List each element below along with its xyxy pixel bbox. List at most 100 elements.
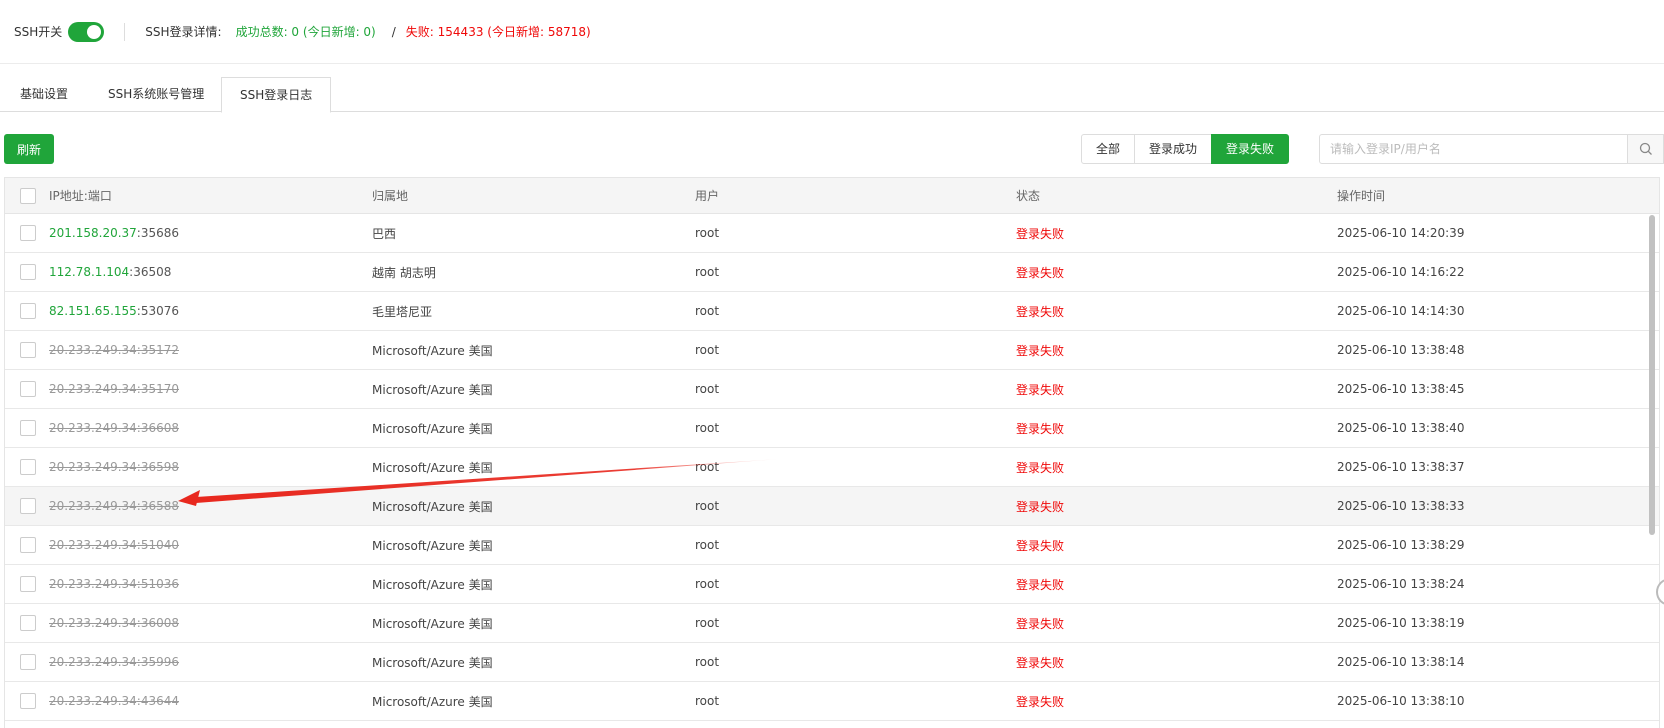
filter-success-button[interactable]: 登录成功 [1134,134,1213,164]
login-filter-group: 全部 登录成功 登录失败 [1081,134,1290,164]
ip-address-link[interactable]: 201.158.20.37 [49,226,137,240]
table-row[interactable]: 201.158.20.37:35686 巴西 root 登录失败 2025-06-10 … [5,214,1659,253]
user-cell: root [695,265,720,279]
ip-address-link[interactable]: 20.233.249.34 [49,343,137,357]
table-row[interactable]: 20.233.249.34:51040 Microsoft/Azure 美国 roo… [5,526,1659,565]
table-row[interactable]: 20.233.249.34:36598 Microsoft/Azure 美国 roo… [5,448,1659,487]
table-row[interactable]: 20.233.249.34:35996 Microsoft/Azure 美国 roo… [5,643,1659,682]
row-checkbox[interactable] [20,459,36,475]
row-checkbox[interactable] [20,225,36,241]
header-status: 状态 [1016,189,1041,203]
ip-port-cell: 20.233.249.34:35172 [49,331,179,369]
table-row[interactable]: 82.151.65.155:53076 毛里塔尼亚 root 登录失败 2025-06-… [5,292,1659,331]
tab-ssh-accounts[interactable]: SSH系统账号管理 [90,77,222,112]
filter-all-button[interactable]: 全部 [1081,134,1136,164]
table-row[interactable]: 20.233.249.34:36008 Microsoft/Azure 美国 roo… [5,604,1659,643]
row-checkbox[interactable] [20,693,36,709]
select-all-cell [20,178,36,213]
header-ip: IP地址:端口 [49,189,112,203]
header-time: 操作时间 [1337,189,1386,203]
table-row[interactable]: 20.233.249.34:35170 Microsoft/Azure 美国 roo… [5,370,1659,409]
table-row[interactable]: 20.233.249.34:35172 Microsoft/Azure 美国 roo… [5,331,1659,370]
status-cell: 登录失败 [1016,460,1065,475]
search-button[interactable] [1628,134,1664,164]
location-cell: Microsoft/Azure 美国 [372,694,493,709]
table-row[interactable]: 20.233.249.34:36608 Microsoft/Azure 美国 roo… [5,409,1659,448]
ip-port-cell: 20.233.249.34:36588 [49,487,179,525]
select-all-checkbox[interactable] [20,187,36,204]
row-select-cell [20,331,36,369]
time-cell: 2025-06-10 14:16:22 [1337,265,1465,279]
location-cell: Microsoft/Azure 美国 [372,382,493,397]
time-cell: 2025-06-10 13:38:10 [1337,694,1465,708]
time-cell: 2025-06-10 13:38:19 [1337,616,1465,630]
user-cell: root [695,577,720,591]
row-checkbox[interactable] [20,381,36,397]
ssh-switch-toggle[interactable] [68,21,105,42]
ip-port-cell: 20.233.249.34:51040 [49,526,179,564]
ip-address-link[interactable]: 20.233.249.34 [49,460,137,474]
ip-address-link[interactable]: 82.151.65.155 [49,304,137,318]
ip-address-link[interactable]: 112.78.1.104 [49,265,129,279]
ip-address-link[interactable]: 20.233.249.34 [49,616,137,630]
row-checkbox[interactable] [20,420,36,436]
ip-address-link[interactable]: 20.233.249.34 [49,694,137,708]
table-row[interactable]: 20.233.249.34:36588 Microsoft/Azure 美国 roo… [5,487,1659,526]
status-cell: 登录失败 [1016,226,1065,241]
stat-separator: / [391,24,396,39]
ssh-switch-label: SSH开关 [14,25,63,39]
ip-port-cell: 20.233.249.34:51036 [49,565,179,603]
row-select-cell [20,409,36,447]
location-cell: Microsoft/Azure 美国 [372,577,493,592]
row-checkbox[interactable] [20,576,36,592]
location-cell: Microsoft/Azure 美国 [372,499,493,514]
tab-ssh-login-log[interactable]: SSH登录日志 [221,77,332,113]
row-checkbox[interactable] [20,615,36,631]
status-cell: 登录失败 [1016,265,1065,280]
row-select-cell [20,565,36,603]
location-cell: Microsoft/Azure 美国 [372,616,493,631]
user-cell: root [695,538,720,552]
divider [124,22,126,41]
row-select-cell [20,526,36,564]
table-row[interactable]: 112.78.1.104:36508 越南 胡志明 root 登录失败 2025-06-… [5,253,1659,292]
row-checkbox[interactable] [20,264,36,280]
filter-fail-button[interactable]: 登录失败 [1211,134,1290,164]
ip-address-link[interactable]: 20.233.249.34 [49,538,137,552]
port-text: :36588 [136,499,180,513]
port-text: :36008 [136,616,180,630]
ip-address-link[interactable]: 20.233.249.34 [49,382,137,396]
search-input[interactable] [1319,134,1628,164]
row-checkbox[interactable] [20,342,36,358]
port-text: :36608 [136,421,180,435]
tab-basic-settings[interactable]: 基础设置 [2,77,86,112]
search-icon [1639,142,1652,155]
status-cell: 登录失败 [1016,382,1065,397]
port-text: :35170 [136,382,180,396]
location-cell: 巴西 [372,226,397,241]
ip-address-link[interactable]: 20.233.249.34 [49,655,137,669]
row-checkbox[interactable] [20,537,36,553]
port-text: :36598 [136,460,180,474]
row-checkbox[interactable] [20,303,36,319]
row-checkbox[interactable] [20,654,36,670]
row-checkbox[interactable] [20,498,36,514]
ip-address-link[interactable]: 20.233.249.34 [49,421,137,435]
scrollbar-thumb[interactable] [1649,215,1655,535]
status-cell: 登录失败 [1016,538,1065,553]
status-cell: 登录失败 [1016,421,1065,436]
table-row[interactable]: 20.233.249.34:43644 Microsoft/Azure 美国 roo… [5,682,1659,721]
login-detail-label: SSH登录详情: [145,25,222,39]
port-text: :51040 [136,538,180,552]
time-cell: 2025-06-10 14:14:30 [1337,304,1465,318]
refresh-button[interactable]: 刷新 [4,134,54,164]
ip-address-link[interactable]: 20.233.249.34 [49,499,137,513]
header-user: 用户 [695,189,720,203]
time-cell: 2025-06-10 13:38:33 [1337,499,1465,513]
ip-port-cell: 20.233.249.34:36008 [49,604,179,642]
ip-address-link[interactable]: 20.233.249.34 [49,577,137,591]
status-cell: 登录失败 [1016,577,1065,592]
table-row[interactable]: 20.233.249.34:51036 Microsoft/Azure 美国 roo… [5,565,1659,604]
row-select-cell [20,370,36,408]
user-cell: root [695,499,720,513]
